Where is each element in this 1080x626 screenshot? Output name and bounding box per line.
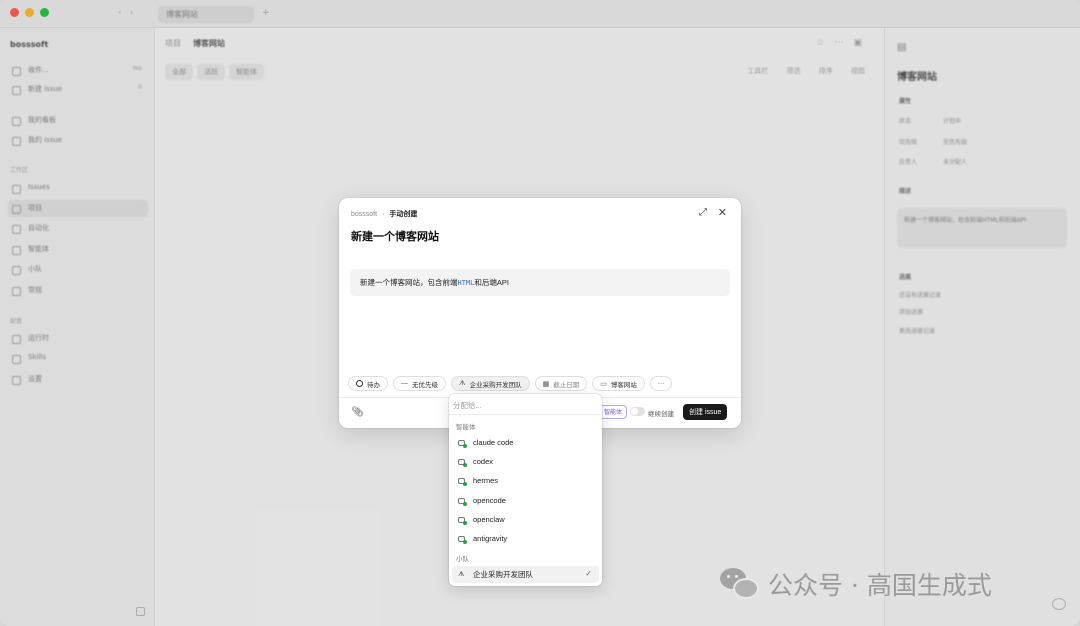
close-icon[interactable]: ✕: [718, 206, 727, 219]
more-dots-icon: ···: [657, 380, 665, 387]
assignee-label: 企业采购开发团队: [469, 381, 522, 389]
agent-option[interactable]: codex: [452, 453, 599, 470]
modal-breadcrumb: bosssoft › 手动创建: [351, 209, 417, 219]
create-issue-button[interactable]: 创建 issue: [683, 404, 728, 420]
agent-name: antigravity: [473, 534, 508, 543]
breadcrumb-chevron-icon: ›: [382, 211, 385, 218]
team-option[interactable]: ᗑ 企业采购开发团队 ✓: [452, 566, 599, 583]
agent-option[interactable]: claude code: [452, 434, 599, 451]
breadcrumb-mode: 手动创建: [389, 211, 418, 218]
agent-option[interactable]: antigravity: [452, 530, 599, 547]
assignee-dropdown: 智能体 claude code codex hermes opencode op…: [449, 394, 602, 586]
project-label: 博客网站: [610, 381, 637, 389]
desc-text: 新建一个博客网站，包含前端: [360, 278, 458, 287]
team-name: 企业采购开发团队: [473, 570, 533, 579]
continue-create-toggle[interactable]: [630, 407, 645, 416]
more-options-button[interactable]: ···: [649, 376, 673, 391]
breadcrumb-workspace[interactable]: bosssoft: [351, 211, 377, 218]
no-priority-dash-icon: —: [401, 380, 408, 387]
due-date-chip[interactable]: ▦ 截止日期: [534, 376, 588, 391]
project-icon: ▭: [600, 380, 607, 388]
issue-description-input[interactable]: 新建一个博客网站，包含前端HTML和后端API: [350, 269, 730, 296]
wechat-logo-icon: [720, 568, 760, 600]
agent-name: claude code: [473, 438, 514, 447]
expand-icon[interactable]: ⤢: [699, 207, 707, 218]
desc-text-tail: 和后端API: [474, 278, 509, 287]
priority-label: 无优先级: [412, 381, 438, 389]
team-icon: ᗑ: [459, 379, 466, 387]
agent-bot-icon: [458, 458, 467, 467]
watermark-text: 公众号 · 高国生成式: [768, 571, 992, 600]
agent-name: hermes: [473, 476, 499, 485]
continue-create-label: 继续创建: [648, 411, 674, 418]
todo-circle-icon: [356, 380, 363, 387]
agent-bot-icon: [458, 535, 467, 544]
issue-property-chips: 待办 — 无优先级 ᗑ 企业采购开发团队 ▦ 截止日期 ▭ 博客网站 ···: [348, 376, 673, 391]
watermark: 公众号 · 高国生成式: [720, 566, 992, 602]
assignee-chip[interactable]: ᗑ 企业采购开发团队: [451, 376, 530, 391]
status-chip[interactable]: 待办: [348, 376, 388, 391]
create-issue-label: 创建 issue: [689, 409, 722, 416]
agent-name: openclaw: [473, 515, 505, 524]
agent-name: codex: [473, 457, 494, 466]
agent-option[interactable]: opencode: [452, 492, 599, 509]
issue-title-input[interactable]: 新建一个博客网站: [351, 228, 439, 244]
attachment-paperclip-icon[interactable]: 📎︎: [351, 407, 364, 418]
status-label: 待办: [367, 381, 380, 389]
agent-bot-icon: [458, 439, 467, 448]
project-chip[interactable]: ▭ 博客网站: [592, 376, 645, 391]
agent-bot-icon: [458, 516, 467, 525]
due-date-label: 截止日期: [553, 381, 580, 389]
priority-chip[interactable]: — 无优先级: [393, 376, 446, 391]
assignee-search-input[interactable]: [453, 398, 598, 413]
agent-bot-icon: [458, 477, 467, 486]
agent-option[interactable]: hermes: [452, 472, 599, 489]
agent-option[interactable]: openclaw: [452, 511, 599, 528]
calendar-icon: ▦: [542, 380, 550, 388]
agent-pill[interactable]: 智能体: [599, 405, 628, 419]
agent-bot-icon: [458, 497, 467, 506]
agent-name: opencode: [473, 496, 506, 505]
check-icon: ✓: [585, 569, 592, 578]
section-agents-label: 智能体: [456, 424, 476, 431]
desc-inline-code: HTML: [457, 279, 475, 287]
team-icon: ᗑ: [458, 570, 465, 578]
section-teams-label: 小队: [456, 556, 469, 563]
dropdown-divider: [449, 414, 602, 415]
